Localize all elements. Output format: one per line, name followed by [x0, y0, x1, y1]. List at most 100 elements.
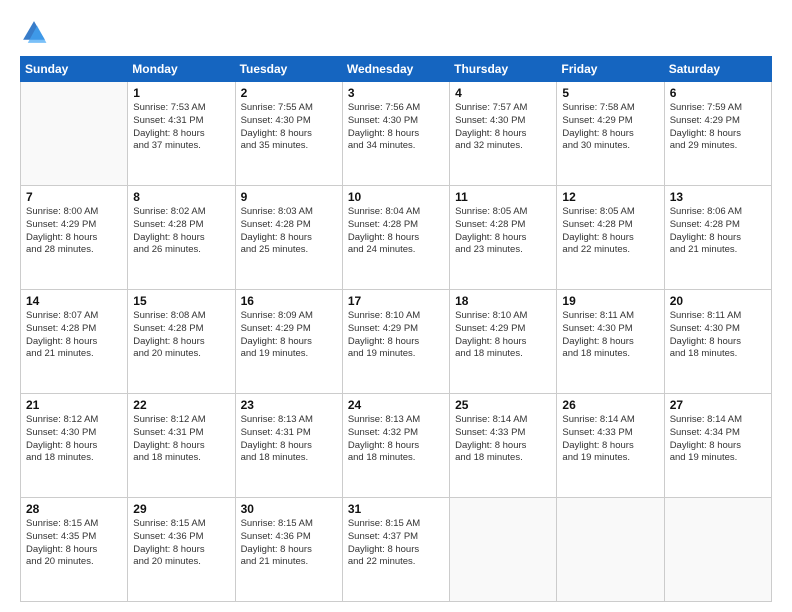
day-number: 14 — [26, 294, 123, 308]
calendar-cell: 25 Sunrise: 8:14 AM Sunset: 4:33 PM Dayli… — [450, 394, 557, 498]
day-number: 17 — [348, 294, 445, 308]
calendar-cell: 31 Sunrise: 8:15 AM Sunset: 4:37 PM Dayli… — [342, 498, 449, 602]
day-info: Sunrise: 7:59 AM Sunset: 4:29 PM Dayligh… — [670, 102, 767, 153]
day-number: 11 — [455, 190, 552, 204]
day-info: Sunrise: 8:14 AM Sunset: 4:33 PM Dayligh… — [455, 414, 552, 465]
calendar-cell — [664, 498, 771, 602]
calendar-cell: 9 Sunrise: 8:03 AM Sunset: 4:28 PM Daylig… — [235, 186, 342, 290]
week-row: 21 Sunrise: 8:12 AM Sunset: 4:30 PM Dayli… — [21, 394, 772, 498]
day-info: Sunrise: 8:11 AM Sunset: 4:30 PM Dayligh… — [562, 310, 659, 361]
calendar-cell: 7 Sunrise: 8:00 AM Sunset: 4:29 PM Daylig… — [21, 186, 128, 290]
day-number: 10 — [348, 190, 445, 204]
day-number: 13 — [670, 190, 767, 204]
calendar-cell: 23 Sunrise: 8:13 AM Sunset: 4:31 PM Dayli… — [235, 394, 342, 498]
weekday-header: Sunday — [21, 57, 128, 82]
day-number: 31 — [348, 502, 445, 516]
day-info: Sunrise: 7:55 AM Sunset: 4:30 PM Dayligh… — [241, 102, 338, 153]
calendar-cell: 8Sunrise: 8:02 AM Sunset: 4:28 PM Daylig… — [128, 186, 235, 290]
calendar-cell: 11 Sunrise: 8:05 AM Sunset: 4:28 PM Dayli… — [450, 186, 557, 290]
day-number: 25 — [455, 398, 552, 412]
day-number: 3 — [348, 86, 445, 100]
calendar-cell: 30Sunrise: 8:15 AM Sunset: 4:36 PM Dayli… — [235, 498, 342, 602]
day-number: 6 — [670, 86, 767, 100]
day-number: 15 — [133, 294, 230, 308]
day-info: Sunrise: 8:04 AM Sunset: 4:28 PM Dayligh… — [348, 206, 445, 257]
calendar-cell: 1 Sunrise: 7:53 AM Sunset: 4:31 PM Daylig… — [128, 82, 235, 186]
day-info: Sunrise: 8:11 AM Sunset: 4:30 PM Dayligh… — [670, 310, 767, 361]
calendar-cell: 3Sunrise: 7:56 AM Sunset: 4:30 PM Daylig… — [342, 82, 449, 186]
calendar-header-row: SundayMondayTuesdayWednesdayThursdayFrid… — [21, 57, 772, 82]
calendar-cell — [21, 82, 128, 186]
day-info: Sunrise: 7:57 AM Sunset: 4:30 PM Dayligh… — [455, 102, 552, 153]
day-info: Sunrise: 8:05 AM Sunset: 4:28 PM Dayligh… — [455, 206, 552, 257]
day-info: Sunrise: 8:06 AM Sunset: 4:28 PM Dayligh… — [670, 206, 767, 257]
calendar-cell: 16 Sunrise: 8:09 AM Sunset: 4:29 PM Dayli… — [235, 290, 342, 394]
day-number: 22 — [133, 398, 230, 412]
calendar-cell: 12Sunrise: 8:05 AM Sunset: 4:28 PM Dayli… — [557, 186, 664, 290]
weekday-header: Friday — [557, 57, 664, 82]
weekday-header: Thursday — [450, 57, 557, 82]
day-number: 1 — [133, 86, 230, 100]
calendar-cell: 20 Sunrise: 8:11 AM Sunset: 4:30 PM Dayli… — [664, 290, 771, 394]
day-info: Sunrise: 8:07 AM Sunset: 4:28 PM Dayligh… — [26, 310, 123, 361]
day-info: Sunrise: 8:00 AM Sunset: 4:29 PM Dayligh… — [26, 206, 123, 257]
day-info: Sunrise: 8:08 AM Sunset: 4:28 PM Dayligh… — [133, 310, 230, 361]
day-number: 21 — [26, 398, 123, 412]
day-number: 16 — [241, 294, 338, 308]
calendar-cell: 29 Sunrise: 8:15 AM Sunset: 4:36 PM Dayli… — [128, 498, 235, 602]
weekday-header: Monday — [128, 57, 235, 82]
calendar-cell: 4 Sunrise: 7:57 AM Sunset: 4:30 PM Daylig… — [450, 82, 557, 186]
day-info: Sunrise: 8:12 AM Sunset: 4:30 PM Dayligh… — [26, 414, 123, 465]
calendar-cell: 24 Sunrise: 8:13 AM Sunset: 4:32 PM Dayli… — [342, 394, 449, 498]
day-info: Sunrise: 8:12 AM Sunset: 4:31 PM Dayligh… — [133, 414, 230, 465]
day-number: 19 — [562, 294, 659, 308]
weekday-header: Wednesday — [342, 57, 449, 82]
day-info: Sunrise: 8:13 AM Sunset: 4:31 PM Dayligh… — [241, 414, 338, 465]
day-number: 2 — [241, 86, 338, 100]
calendar-cell: 21 Sunrise: 8:12 AM Sunset: 4:30 PM Dayli… — [21, 394, 128, 498]
calendar-cell: 28Sunrise: 8:15 AM Sunset: 4:35 PM Dayli… — [21, 498, 128, 602]
day-info: Sunrise: 8:15 AM Sunset: 4:37 PM Dayligh… — [348, 518, 445, 569]
calendar-cell: 10 Sunrise: 8:04 AM Sunset: 4:28 PM Dayli… — [342, 186, 449, 290]
calendar-cell: 2 Sunrise: 7:55 AM Sunset: 4:30 PM Daylig… — [235, 82, 342, 186]
week-row: 14 Sunrise: 8:07 AM Sunset: 4:28 PM Dayli… — [21, 290, 772, 394]
day-number: 5 — [562, 86, 659, 100]
day-info: Sunrise: 8:10 AM Sunset: 4:29 PM Dayligh… — [348, 310, 445, 361]
calendar-cell: 22 Sunrise: 8:12 AM Sunset: 4:31 PM Dayli… — [128, 394, 235, 498]
calendar-cell — [557, 498, 664, 602]
day-info: Sunrise: 8:15 AM Sunset: 4:35 PM Dayligh… — [26, 518, 123, 569]
calendar-cell: 13 Sunrise: 8:06 AM Sunset: 4:28 PM Dayli… — [664, 186, 771, 290]
weekday-header: Saturday — [664, 57, 771, 82]
calendar-cell: 17 Sunrise: 8:10 AM Sunset: 4:29 PM Dayli… — [342, 290, 449, 394]
day-info: Sunrise: 8:03 AM Sunset: 4:28 PM Dayligh… — [241, 206, 338, 257]
day-number: 24 — [348, 398, 445, 412]
day-info: Sunrise: 7:53 AM Sunset: 4:31 PM Dayligh… — [133, 102, 230, 153]
day-info: Sunrise: 7:58 AM Sunset: 4:29 PM Dayligh… — [562, 102, 659, 153]
day-number: 4 — [455, 86, 552, 100]
weekday-header: Tuesday — [235, 57, 342, 82]
day-info: Sunrise: 8:14 AM Sunset: 4:34 PM Dayligh… — [670, 414, 767, 465]
day-number: 29 — [133, 502, 230, 516]
day-number: 20 — [670, 294, 767, 308]
day-info: Sunrise: 8:13 AM Sunset: 4:32 PM Dayligh… — [348, 414, 445, 465]
day-info: Sunrise: 8:10 AM Sunset: 4:29 PM Dayligh… — [455, 310, 552, 361]
calendar-cell: 19 Sunrise: 8:11 AM Sunset: 4:30 PM Dayli… — [557, 290, 664, 394]
week-row: 7 Sunrise: 8:00 AM Sunset: 4:29 PM Daylig… — [21, 186, 772, 290]
day-info: Sunrise: 8:09 AM Sunset: 4:29 PM Dayligh… — [241, 310, 338, 361]
day-info: Sunrise: 8:15 AM Sunset: 4:36 PM Dayligh… — [133, 518, 230, 569]
day-number: 23 — [241, 398, 338, 412]
calendar: SundayMondayTuesdayWednesdayThursdayFrid… — [20, 56, 772, 602]
day-info: Sunrise: 8:15 AM Sunset: 4:36 PM Dayligh… — [241, 518, 338, 569]
logo — [20, 18, 52, 46]
day-number: 12 — [562, 190, 659, 204]
day-number: 8 — [133, 190, 230, 204]
calendar-cell: 15 Sunrise: 8:08 AM Sunset: 4:28 PM Dayli… — [128, 290, 235, 394]
day-number: 27 — [670, 398, 767, 412]
calendar-cell: 6 Sunrise: 7:59 AM Sunset: 4:29 PM Daylig… — [664, 82, 771, 186]
week-row: 28Sunrise: 8:15 AM Sunset: 4:35 PM Dayli… — [21, 498, 772, 602]
day-number: 7 — [26, 190, 123, 204]
page: SundayMondayTuesdayWednesdayThursdayFrid… — [0, 0, 792, 612]
day-number: 9 — [241, 190, 338, 204]
calendar-cell: 5 Sunrise: 7:58 AM Sunset: 4:29 PM Daylig… — [557, 82, 664, 186]
header — [20, 18, 772, 46]
